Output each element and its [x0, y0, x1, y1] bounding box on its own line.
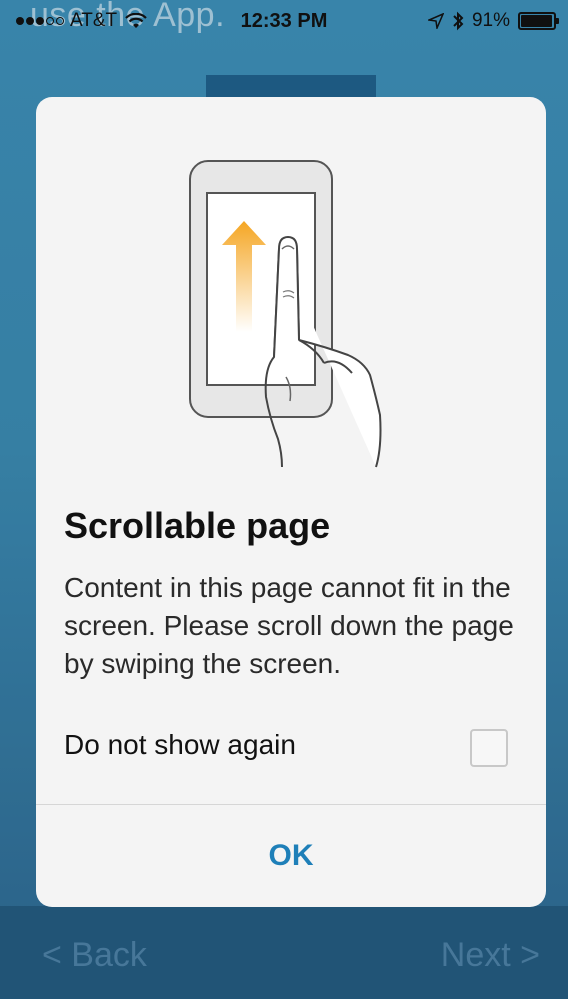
swipe-up-gesture-icon	[189, 160, 382, 468]
dialog-title: Scrollable page	[64, 505, 331, 546]
ok-button[interactable]: OK	[36, 805, 546, 907]
dialog-message: Content in this page cannot fit in the s…	[64, 572, 514, 679]
do-not-show-again-checkbox[interactable]	[470, 729, 508, 767]
do-not-show-again-label[interactable]: Do not show again	[64, 729, 296, 761]
scroll-hint-dialog: Scrollable page Content in this page can…	[36, 97, 546, 907]
